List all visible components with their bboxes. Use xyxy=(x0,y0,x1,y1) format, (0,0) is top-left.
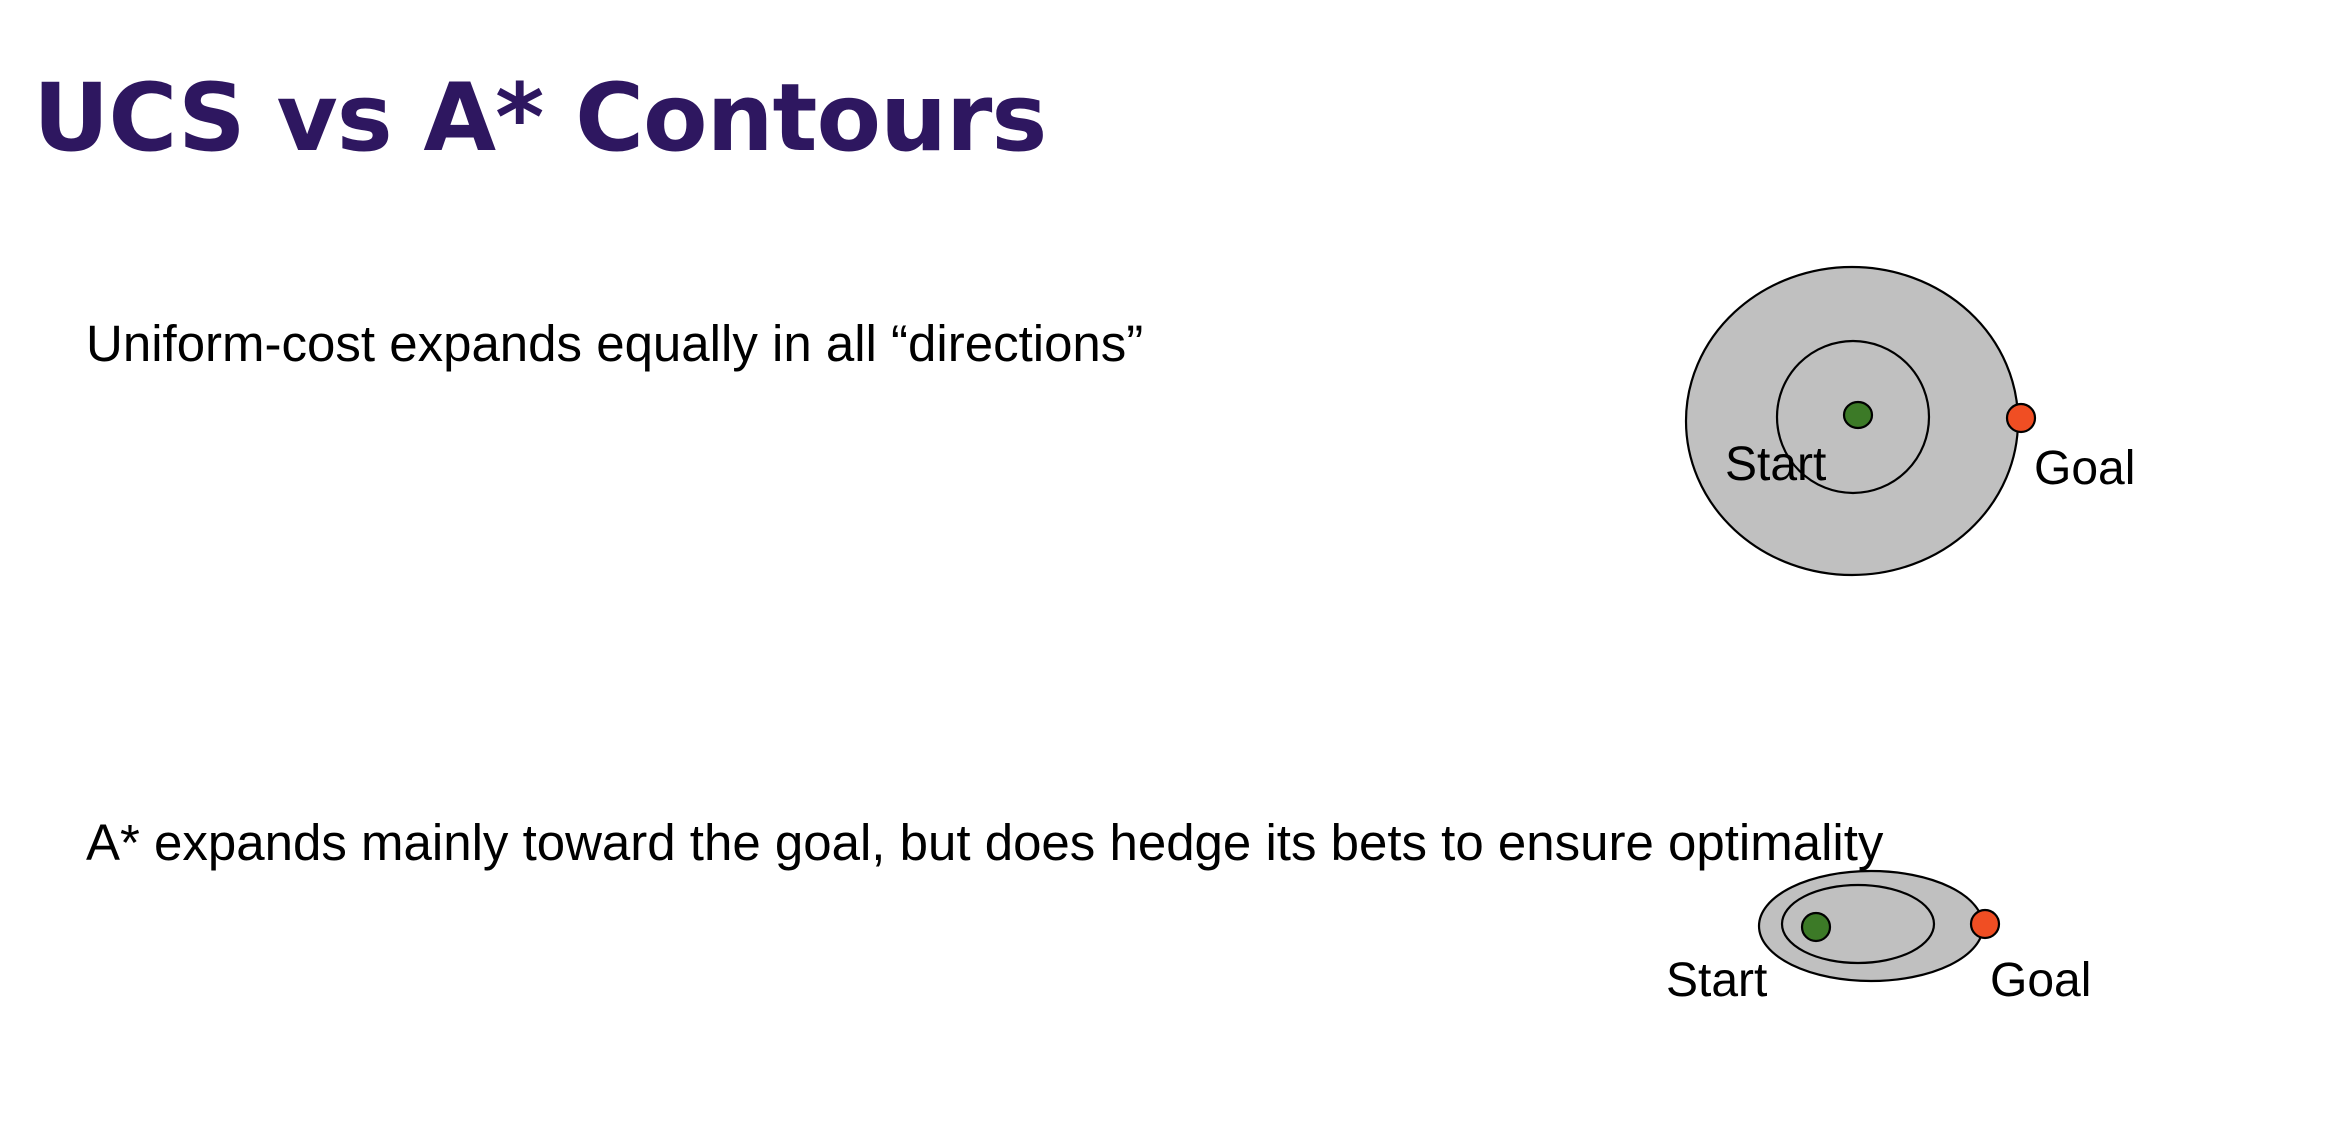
ucs-diagram: Start Goal xyxy=(1684,265,2135,577)
astar-start-label: Start xyxy=(1666,954,1767,1007)
contour-diagrams: Start Goal Start Goal xyxy=(1666,265,2135,1007)
astar-start-node xyxy=(1800,911,1832,943)
ucs-goal-label: Goal xyxy=(2034,442,2135,495)
ucs-start-node xyxy=(1842,400,1874,430)
astar-goal-node xyxy=(1969,908,2001,940)
astar-goal-label: Goal xyxy=(1990,954,2091,1007)
ucs-start-label: Start xyxy=(1725,438,1826,491)
ucs-goal-node xyxy=(2005,402,2037,434)
astar-outer-contour xyxy=(1757,869,1985,983)
astar-diagram: Start Goal xyxy=(1666,869,2091,1007)
